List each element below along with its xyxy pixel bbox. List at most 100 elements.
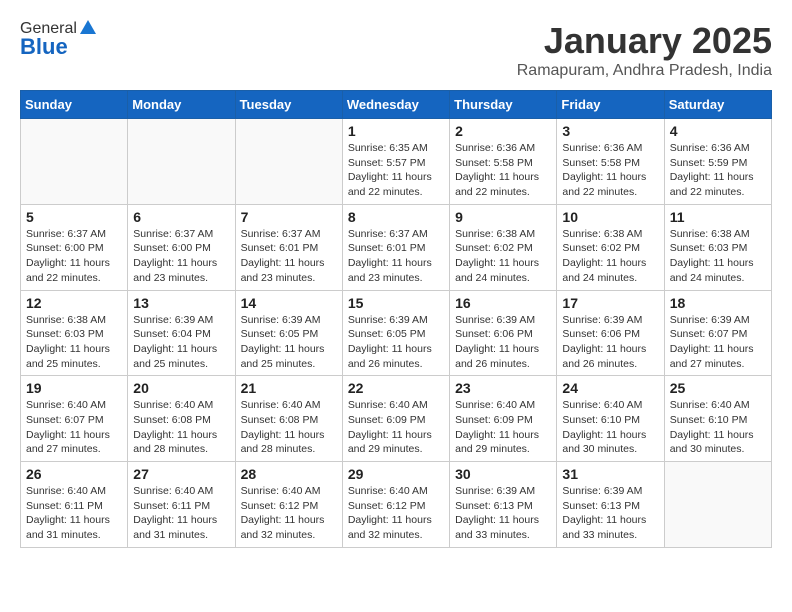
calendar-table: SundayMondayTuesdayWednesdayThursdayFrid… bbox=[20, 90, 772, 548]
day-number: 22 bbox=[348, 380, 444, 396]
day-info: Sunrise: 6:37 AM Sunset: 6:00 PM Dayligh… bbox=[133, 227, 229, 286]
day-info: Sunrise: 6:37 AM Sunset: 6:00 PM Dayligh… bbox=[26, 227, 122, 286]
calendar-cell bbox=[128, 119, 235, 205]
weekday-header-saturday: Saturday bbox=[664, 91, 771, 119]
day-info: Sunrise: 6:38 AM Sunset: 6:02 PM Dayligh… bbox=[562, 227, 658, 286]
calendar-cell: 30 Sunrise: 6:39 AM Sunset: 6:13 PM Dayli… bbox=[450, 462, 557, 548]
day-info: Sunrise: 6:39 AM Sunset: 6:06 PM Dayligh… bbox=[455, 313, 551, 372]
day-info: Sunrise: 6:35 AM Sunset: 5:57 PM Dayligh… bbox=[348, 141, 444, 200]
day-info: Sunrise: 6:39 AM Sunset: 6:05 PM Dayligh… bbox=[348, 313, 444, 372]
calendar-location: Ramapuram, Andhra Pradesh, India bbox=[517, 62, 772, 80]
weekday-header-monday: Monday bbox=[128, 91, 235, 119]
day-number: 26 bbox=[26, 466, 122, 482]
day-number: 9 bbox=[455, 209, 551, 225]
day-number: 30 bbox=[455, 466, 551, 482]
weekday-header-sunday: Sunday bbox=[21, 91, 128, 119]
weekday-header-friday: Friday bbox=[557, 91, 664, 119]
day-info: Sunrise: 6:40 AM Sunset: 6:08 PM Dayligh… bbox=[241, 398, 337, 457]
calendar-cell: 6 Sunrise: 6:37 AM Sunset: 6:00 PM Daylig… bbox=[128, 204, 235, 290]
calendar-cell: 21 Sunrise: 6:40 AM Sunset: 6:08 PM Dayli… bbox=[235, 376, 342, 462]
weekday-header-thursday: Thursday bbox=[450, 91, 557, 119]
calendar-cell: 31Sunrise: 6:39 AM Sunset: 6:13 PM Dayli… bbox=[557, 462, 664, 548]
day-info: Sunrise: 6:39 AM Sunset: 6:05 PM Dayligh… bbox=[241, 313, 337, 372]
day-info: Sunrise: 6:40 AM Sunset: 6:11 PM Dayligh… bbox=[133, 484, 229, 543]
day-info: Sunrise: 6:40 AM Sunset: 6:07 PM Dayligh… bbox=[26, 398, 122, 457]
calendar-cell: 27 Sunrise: 6:40 AM Sunset: 6:11 PM Dayli… bbox=[128, 462, 235, 548]
day-number: 23 bbox=[455, 380, 551, 396]
day-info: Sunrise: 6:39 AM Sunset: 6:06 PM Dayligh… bbox=[562, 313, 658, 372]
day-number: 21 bbox=[241, 380, 337, 396]
day-number: 10 bbox=[562, 209, 658, 225]
day-info: Sunrise: 6:39 AM Sunset: 6:13 PM Dayligh… bbox=[455, 484, 551, 543]
day-info: Sunrise: 6:36 AM Sunset: 5:59 PM Dayligh… bbox=[670, 141, 766, 200]
calendar-cell: 15Sunrise: 6:39 AM Sunset: 6:05 PM Dayli… bbox=[342, 290, 449, 376]
logo: General Blue bbox=[20, 20, 98, 60]
day-info: Sunrise: 6:39 AM Sunset: 6:04 PM Dayligh… bbox=[133, 313, 229, 372]
day-info: Sunrise: 6:40 AM Sunset: 6:08 PM Dayligh… bbox=[133, 398, 229, 457]
calendar-cell bbox=[664, 462, 771, 548]
calendar-cell bbox=[235, 119, 342, 205]
day-info: Sunrise: 6:36 AM Sunset: 5:58 PM Dayligh… bbox=[455, 141, 551, 200]
day-info: Sunrise: 6:40 AM Sunset: 6:09 PM Dayligh… bbox=[455, 398, 551, 457]
calendar-cell: 5 Sunrise: 6:37 AM Sunset: 6:00 PM Daylig… bbox=[21, 204, 128, 290]
day-number: 1 bbox=[348, 123, 444, 139]
calendar-cell: 19 Sunrise: 6:40 AM Sunset: 6:07 PM Dayli… bbox=[21, 376, 128, 462]
day-number: 19 bbox=[26, 380, 122, 396]
day-info: Sunrise: 6:39 AM Sunset: 6:07 PM Dayligh… bbox=[670, 313, 766, 372]
logo-icon bbox=[78, 18, 98, 38]
day-number: 7 bbox=[241, 209, 337, 225]
day-number: 3 bbox=[562, 123, 658, 139]
day-number: 12 bbox=[26, 295, 122, 311]
title-block: January 2025 Ramapuram, Andhra Pradesh, … bbox=[517, 20, 772, 80]
day-number: 8 bbox=[348, 209, 444, 225]
calendar-cell: 7 Sunrise: 6:37 AM Sunset: 6:01 PM Daylig… bbox=[235, 204, 342, 290]
day-info: Sunrise: 6:38 AM Sunset: 6:03 PM Dayligh… bbox=[26, 313, 122, 372]
calendar-cell: 1 Sunrise: 6:35 AM Sunset: 5:57 PM Daylig… bbox=[342, 119, 449, 205]
calendar-cell: 3Sunrise: 6:36 AM Sunset: 5:58 PM Daylig… bbox=[557, 119, 664, 205]
calendar-cell: 12 Sunrise: 6:38 AM Sunset: 6:03 PM Dayli… bbox=[21, 290, 128, 376]
day-info: Sunrise: 6:39 AM Sunset: 6:13 PM Dayligh… bbox=[562, 484, 658, 543]
weekday-header-wednesday: Wednesday bbox=[342, 91, 449, 119]
day-number: 6 bbox=[133, 209, 229, 225]
day-info: Sunrise: 6:40 AM Sunset: 6:10 PM Dayligh… bbox=[670, 398, 766, 457]
page-header: General Blue January 2025 Ramapuram, And… bbox=[20, 20, 772, 80]
day-number: 25 bbox=[670, 380, 766, 396]
day-number: 27 bbox=[133, 466, 229, 482]
calendar-cell: 17 Sunrise: 6:39 AM Sunset: 6:06 PM Dayli… bbox=[557, 290, 664, 376]
calendar-cell: 2 Sunrise: 6:36 AM Sunset: 5:58 PM Daylig… bbox=[450, 119, 557, 205]
calendar-title: January 2025 bbox=[517, 20, 772, 62]
calendar-cell: 24 Sunrise: 6:40 AM Sunset: 6:10 PM Dayli… bbox=[557, 376, 664, 462]
day-info: Sunrise: 6:37 AM Sunset: 6:01 PM Dayligh… bbox=[348, 227, 444, 286]
day-info: Sunrise: 6:40 AM Sunset: 6:10 PM Dayligh… bbox=[562, 398, 658, 457]
day-number: 4 bbox=[670, 123, 766, 139]
day-number: 17 bbox=[562, 295, 658, 311]
calendar-cell: 9Sunrise: 6:38 AM Sunset: 6:02 PM Daylig… bbox=[450, 204, 557, 290]
day-info: Sunrise: 6:40 AM Sunset: 6:09 PM Dayligh… bbox=[348, 398, 444, 457]
weekday-header-tuesday: Tuesday bbox=[235, 91, 342, 119]
day-number: 5 bbox=[26, 209, 122, 225]
calendar-cell: 10 Sunrise: 6:38 AM Sunset: 6:02 PM Dayli… bbox=[557, 204, 664, 290]
day-number: 20 bbox=[133, 380, 229, 396]
calendar-cell: 25 Sunrise: 6:40 AM Sunset: 6:10 PM Dayli… bbox=[664, 376, 771, 462]
logo-blue-text: Blue bbox=[20, 34, 68, 60]
day-info: Sunrise: 6:40 AM Sunset: 6:11 PM Dayligh… bbox=[26, 484, 122, 543]
day-number: 2 bbox=[455, 123, 551, 139]
day-info: Sunrise: 6:37 AM Sunset: 6:01 PM Dayligh… bbox=[241, 227, 337, 286]
calendar-cell: 4 Sunrise: 6:36 AM Sunset: 5:59 PM Daylig… bbox=[664, 119, 771, 205]
day-info: Sunrise: 6:38 AM Sunset: 6:03 PM Dayligh… bbox=[670, 227, 766, 286]
day-number: 11 bbox=[670, 209, 766, 225]
calendar-cell bbox=[21, 119, 128, 205]
calendar-cell: 29Sunrise: 6:40 AM Sunset: 6:12 PM Dayli… bbox=[342, 462, 449, 548]
calendar-cell: 16 Sunrise: 6:39 AM Sunset: 6:06 PM Dayli… bbox=[450, 290, 557, 376]
calendar-cell: 26 Sunrise: 6:40 AM Sunset: 6:11 PM Dayli… bbox=[21, 462, 128, 548]
day-number: 14 bbox=[241, 295, 337, 311]
day-number: 16 bbox=[455, 295, 551, 311]
day-number: 24 bbox=[562, 380, 658, 396]
calendar-cell: 28Sunrise: 6:40 AM Sunset: 6:12 PM Dayli… bbox=[235, 462, 342, 548]
day-number: 13 bbox=[133, 295, 229, 311]
calendar-cell: 20 Sunrise: 6:40 AM Sunset: 6:08 PM Dayli… bbox=[128, 376, 235, 462]
day-number: 28 bbox=[241, 466, 337, 482]
calendar-cell: 11 Sunrise: 6:38 AM Sunset: 6:03 PM Dayli… bbox=[664, 204, 771, 290]
calendar-cell: 13 Sunrise: 6:39 AM Sunset: 6:04 PM Dayli… bbox=[128, 290, 235, 376]
calendar-cell: 14 Sunrise: 6:39 AM Sunset: 6:05 PM Dayli… bbox=[235, 290, 342, 376]
